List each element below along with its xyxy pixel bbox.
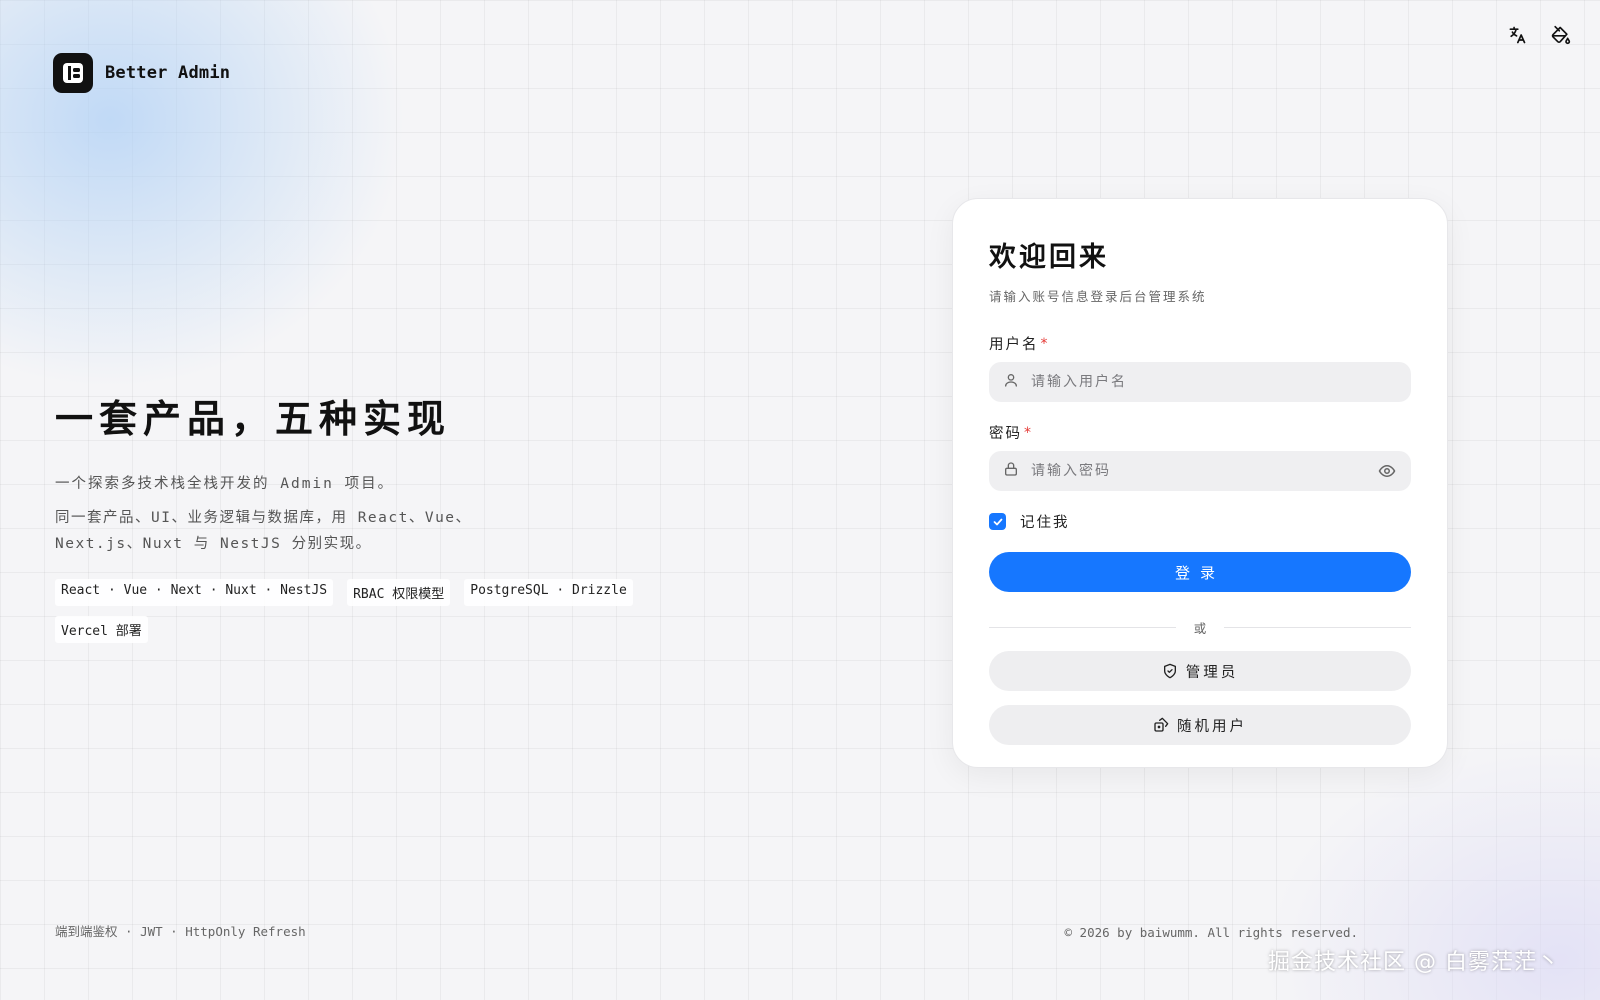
footer-auth-info: 端到端鉴权 · JWT · HttpOnly Refresh	[55, 924, 306, 939]
login-title: 欢迎回来	[989, 242, 1109, 273]
hero-title: 一套产品，五种实现	[55, 397, 452, 441]
admin-login-button[interactable]: 管理员	[989, 651, 1411, 691]
admin-button-label: 管理员	[1185, 664, 1239, 681]
divider-line	[989, 627, 1176, 628]
tech-tag: RBAC 权限模型	[347, 579, 451, 606]
login-subtitle: 请输入账号信息登录后台管理系统	[989, 289, 1207, 304]
random-user-button[interactable]: 随机用户	[989, 705, 1411, 745]
username-field[interactable]	[989, 362, 1411, 402]
tech-tags: React · Vue · Next · Nuxt · NestJS RBAC …	[55, 579, 675, 643]
user-icon	[1003, 372, 1019, 392]
divider-text: 或	[1193, 621, 1207, 636]
hero-section: 一套产品，五种实现 一个探索多技术栈全栈开发的 Admin 项目。 同一套产品、…	[55, 388, 695, 643]
top-toolbar	[1506, 24, 1572, 46]
tech-tag: React · Vue · Next · Nuxt · NestJS	[55, 579, 334, 606]
username-input[interactable]	[1031, 374, 1397, 390]
logo-icon	[53, 53, 93, 93]
required-mark: *	[1024, 424, 1033, 441]
login-card: 欢迎回来 请输入账号信息登录后台管理系统 用户名 * 密码 *	[952, 198, 1448, 768]
check-icon	[993, 518, 1002, 525]
password-label: 密码 *	[989, 424, 1033, 443]
remember-checkbox[interactable]	[989, 513, 1006, 530]
login-button[interactable]: 登录	[989, 552, 1411, 592]
eye-icon[interactable]	[1377, 461, 1397, 481]
tech-tag: Vercel 部署	[55, 616, 148, 643]
tech-tag: PostgreSQL · Drizzle	[464, 579, 633, 606]
random-user-button-label: 随机用户	[1177, 718, 1247, 735]
footer-copyright: © 2026 by baiwumm. All rights reserved.	[1064, 925, 1359, 940]
hero-description: 同一套产品、UI、业务逻辑与数据库，用 React、Vue、Next.js、Nu…	[55, 510, 472, 552]
divider-line	[1224, 627, 1412, 628]
username-label: 用户名 *	[989, 335, 1050, 354]
translate-icon[interactable]	[1506, 24, 1528, 46]
lock-icon	[1003, 461, 1019, 481]
paint-bucket-icon[interactable]	[1550, 24, 1572, 46]
watermark: 掘金技术社区 @ 白雾茫茫丶	[1268, 950, 1560, 975]
password-field[interactable]	[989, 451, 1411, 491]
remember-label: 记住我	[1020, 515, 1070, 531]
dice-icon	[1154, 717, 1169, 732]
hero-subtitle: 一个探索多技术栈全栈开发的 Admin 项目。	[55, 476, 395, 492]
or-divider: 或	[989, 618, 1412, 637]
password-input[interactable]	[1031, 463, 1365, 479]
brand-name: Better Admin	[105, 63, 231, 83]
required-mark: *	[1040, 335, 1050, 352]
shield-check-icon	[1163, 663, 1176, 679]
remember-me: 记住我	[989, 511, 1411, 532]
brand: Better Admin	[53, 53, 230, 93]
